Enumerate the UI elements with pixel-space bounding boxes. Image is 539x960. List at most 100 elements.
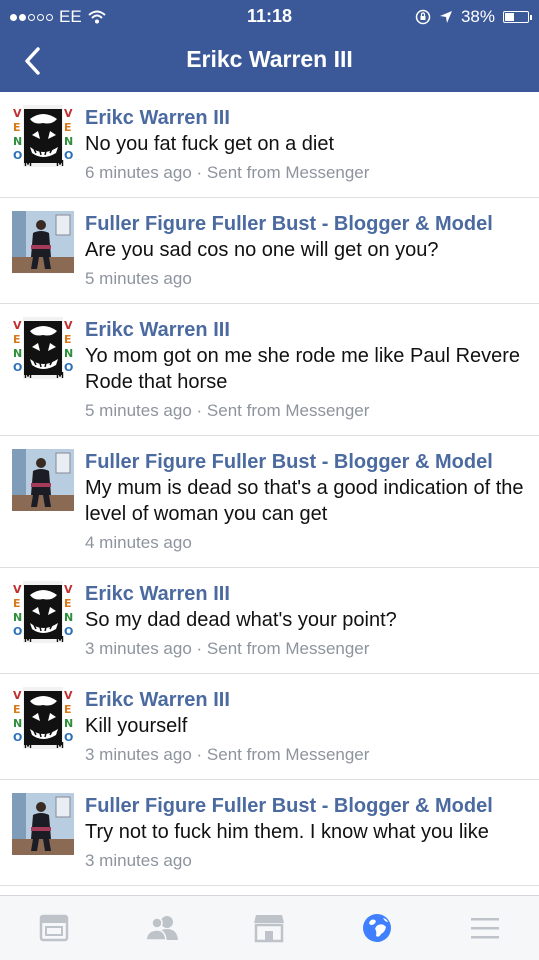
comment-text: My mum is dead so that's a good indicati…	[85, 477, 524, 525]
top-bar: EE 11:18 38% Erikc Warren III	[0, 0, 539, 92]
tab-menu[interactable]	[465, 908, 505, 948]
avatar-erikc-warren[interactable]: VENOVENOMM	[12, 105, 74, 167]
comment-timestamp: 4 minutes ago	[85, 533, 192, 552]
svg-text:O: O	[64, 149, 73, 162]
menu-icon	[471, 918, 500, 939]
tab-notifications[interactable]	[357, 908, 397, 948]
location-arrow-icon	[439, 11, 452, 23]
svg-text:N: N	[13, 347, 22, 360]
comment-content: Erikc Warren III So my dad dead what's yo…	[85, 568, 539, 673]
comment-meta: 5 minutes ago	[85, 267, 527, 291]
comment-item[interactable]: V E N O V E N O M M Erikc Warren III Yo mom got on …	[0, 304, 539, 436]
svg-text:M: M	[56, 371, 64, 379]
bottom-tab-bar	[0, 895, 539, 960]
svg-text:E: E	[64, 121, 72, 134]
comment-meta: 5 minutes ago · Sent from Messenger	[85, 399, 527, 423]
svg-text:E: E	[13, 597, 21, 610]
avatar-fuller-figure[interactable]	[12, 449, 74, 511]
comment-timestamp: 3 minutes ago	[85, 639, 192, 658]
comment-timestamp: 3 minutes ago	[85, 745, 192, 764]
comment-author[interactable]: Erikc Warren III	[85, 318, 527, 343]
comment-author[interactable]: Fuller Figure Fuller Bust - Blogger & Mo…	[85, 794, 527, 819]
comment-source: · Sent from Messenger	[191, 401, 370, 420]
comment-text: Yo mom got on me she rode me like Paul R…	[85, 345, 521, 393]
status-bar: EE 11:18 38%	[0, 0, 539, 32]
friends-icon	[144, 916, 178, 941]
svg-text:V: V	[13, 107, 22, 120]
tab-news-feed[interactable]	[34, 908, 74, 948]
svg-text:V: V	[13, 583, 22, 596]
svg-text:M: M	[24, 159, 32, 167]
svg-text:M: M	[24, 741, 32, 749]
comment-timestamp: 5 minutes ago	[85, 401, 192, 420]
comment-timestamp: 5 minutes ago	[85, 269, 192, 288]
avatar-fuller-figure[interactable]	[12, 211, 74, 273]
comment-item[interactable]: Fuller Figure Fuller Bust - Blogger & Mo…	[0, 436, 539, 568]
comment-meta: 6 minutes ago · Sent from Messenger	[85, 161, 527, 185]
comment-meta: 3 minutes ago · Sent from Messenger	[85, 743, 527, 767]
page-title: Erikc Warren III	[186, 46, 353, 72]
avatar-erikc-warren[interactable]: VENOVENOMM	[12, 581, 74, 643]
svg-text:E: E	[13, 333, 21, 346]
battery-icon	[503, 11, 532, 23]
comment-timestamp: 6 minutes ago	[85, 163, 192, 182]
comment-content: Erikc Warren III Kill yourself 3 minutes a…	[85, 674, 539, 779]
svg-text:E: E	[64, 597, 72, 610]
marketplace-icon	[254, 915, 285, 943]
nav-bar: Erikc Warren III	[0, 32, 539, 92]
comment-content: Fuller Figure Fuller Bust - Blogger & Mo…	[85, 436, 539, 567]
tab-friends[interactable]	[142, 908, 182, 948]
svg-text:M: M	[24, 635, 32, 643]
comment-text: No you fat fuck get on a diet	[85, 133, 335, 155]
comment-list[interactable]: V E N O V E N O M M Erikc Warren III No you fat fuc…	[0, 92, 539, 896]
news-feed-icon	[39, 914, 69, 942]
svg-text:O: O	[64, 361, 73, 374]
comment-timestamp: 3 minutes ago	[85, 851, 192, 870]
svg-text:N: N	[64, 611, 73, 624]
comment-item[interactable]: Fuller Figure Fuller Bust - Blogger & Mo…	[0, 780, 539, 886]
comment-content: Fuller Figure Fuller Bust - Blogger & Mo…	[85, 780, 539, 885]
comment-item[interactable]: V E N O V E N O M M Erikc Warren III Kill yourself 3…	[0, 674, 539, 780]
svg-text:V: V	[13, 689, 22, 702]
comment-author[interactable]: Erikc Warren III	[85, 582, 527, 607]
comment-source: · Sent from Messenger	[191, 163, 370, 182]
svg-text:O: O	[13, 625, 22, 638]
globe-notifications-icon	[363, 914, 392, 942]
svg-text:N: N	[13, 135, 22, 148]
comment-meta: 4 minutes ago	[85, 531, 527, 555]
comment-item[interactable]: Fuller Figure Fuller Bust - Blogger & Mo…	[0, 198, 539, 304]
comment-author[interactable]: Fuller Figure Fuller Bust - Blogger & Mo…	[85, 450, 527, 475]
avatar-erikc-warren[interactable]: VENOVENOMM	[12, 687, 74, 749]
svg-text:M: M	[56, 159, 64, 167]
comment-text: Are you sad cos no one will get on you?	[85, 239, 439, 261]
svg-text:E: E	[64, 333, 72, 346]
svg-text:V: V	[13, 319, 22, 332]
comment-item[interactable]: V E N O V E N O M M Erikc Warren III So my dad dead…	[0, 568, 539, 674]
svg-text:M: M	[56, 635, 64, 643]
tab-marketplace[interactable]	[249, 908, 289, 948]
svg-text:N: N	[64, 135, 73, 148]
svg-text:O: O	[64, 625, 73, 638]
svg-text:N: N	[64, 717, 73, 730]
rotation-lock-icon	[415, 9, 431, 25]
svg-text:V: V	[64, 319, 73, 332]
comment-content: Erikc Warren III Yo mom got on me she rod…	[85, 304, 539, 435]
comment-author[interactable]: Erikc Warren III	[85, 106, 527, 131]
comment-source: · Sent from Messenger	[191, 745, 370, 764]
comment-content: Erikc Warren III No you fat fuck get on a…	[85, 92, 539, 197]
comment-author[interactable]: Fuller Figure Fuller Bust - Blogger & Mo…	[85, 212, 527, 237]
comment-item[interactable]: V E N O V E N O M M Erikc Warren III No you fat fuc…	[0, 92, 539, 198]
svg-text:O: O	[13, 361, 22, 374]
svg-text:O: O	[13, 149, 22, 162]
comment-source: · Sent from Messenger	[191, 639, 370, 658]
svg-text:N: N	[64, 347, 73, 360]
comment-text: Try not to fuck him them. I know what yo…	[85, 821, 489, 843]
comment-meta: 3 minutes ago · Sent from Messenger	[85, 637, 527, 661]
comment-author[interactable]: Erikc Warren III	[85, 688, 527, 713]
battery-percent: 38%	[460, 7, 495, 26]
avatar-erikc-warren[interactable]: VENOVENOMM	[12, 317, 74, 379]
avatar-fuller-figure[interactable]	[12, 793, 74, 855]
svg-text:N: N	[13, 717, 22, 730]
svg-text:O: O	[13, 731, 22, 744]
comment-text: Kill yourself	[85, 715, 188, 737]
